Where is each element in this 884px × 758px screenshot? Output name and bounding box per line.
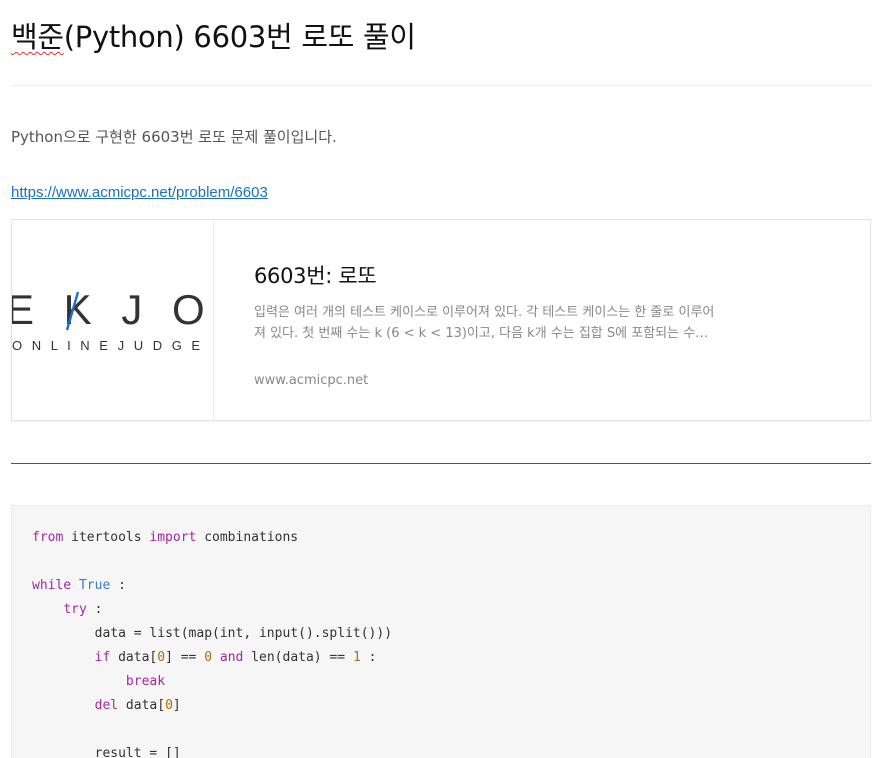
title-misspelled-word: 백준 [11,20,64,54]
code-line-4: try : [63,602,103,617]
blog-post: 백준(Python) 6603번 로또 풀이 Python으로 구현한 6603… [0,0,884,758]
code-line-10: result = [] [94,746,181,758]
logo-bottom-text: O N L I N E J U D G E [12,338,203,353]
card-title: 6603번: 로또 [254,264,377,288]
post-title: 백준(Python) 6603번 로또 풀이 [11,14,416,56]
code-line-3: while True : [32,578,126,593]
code-line-6: if data[0] == 0 and len(data) == 1 : [94,650,377,665]
code-line-5: data = list(map(int, input().split())) [94,626,393,641]
title-divider [11,85,871,86]
code-block: from itertools import combinations while… [11,505,871,758]
intro-paragraph: Python으로 구현한 6603번 로또 문제 풀이입니다. [11,128,337,146]
title-rest: (Python) 6603번 로또 풀이 [63,20,416,54]
code-line-8: del data[0] [94,698,181,713]
problem-link[interactable]: https://www.acmicpc.net/problem/6603 [11,184,268,201]
baekjoon-logo-image: E K J O C O N L I N E J U D G E [12,286,213,353]
card-domain: www.acmicpc.net [254,373,369,388]
link-preview-card[interactable]: E K J O C O N L I N E J U D G E 6603번: 로… [11,219,871,421]
logo-top-text: E K J O C [12,286,213,333]
code-line-1: from itertools import combinations [32,530,299,545]
section-divider [11,463,871,464]
code-line-7: break [125,674,166,689]
card-description: 입력은 여러 개의 테스트 케이스로 이루어져 있다. 각 테스트 케이스는 한… [254,305,715,341]
card-thumbnail: E K J O C O N L I N E J U D G E [12,220,214,420]
